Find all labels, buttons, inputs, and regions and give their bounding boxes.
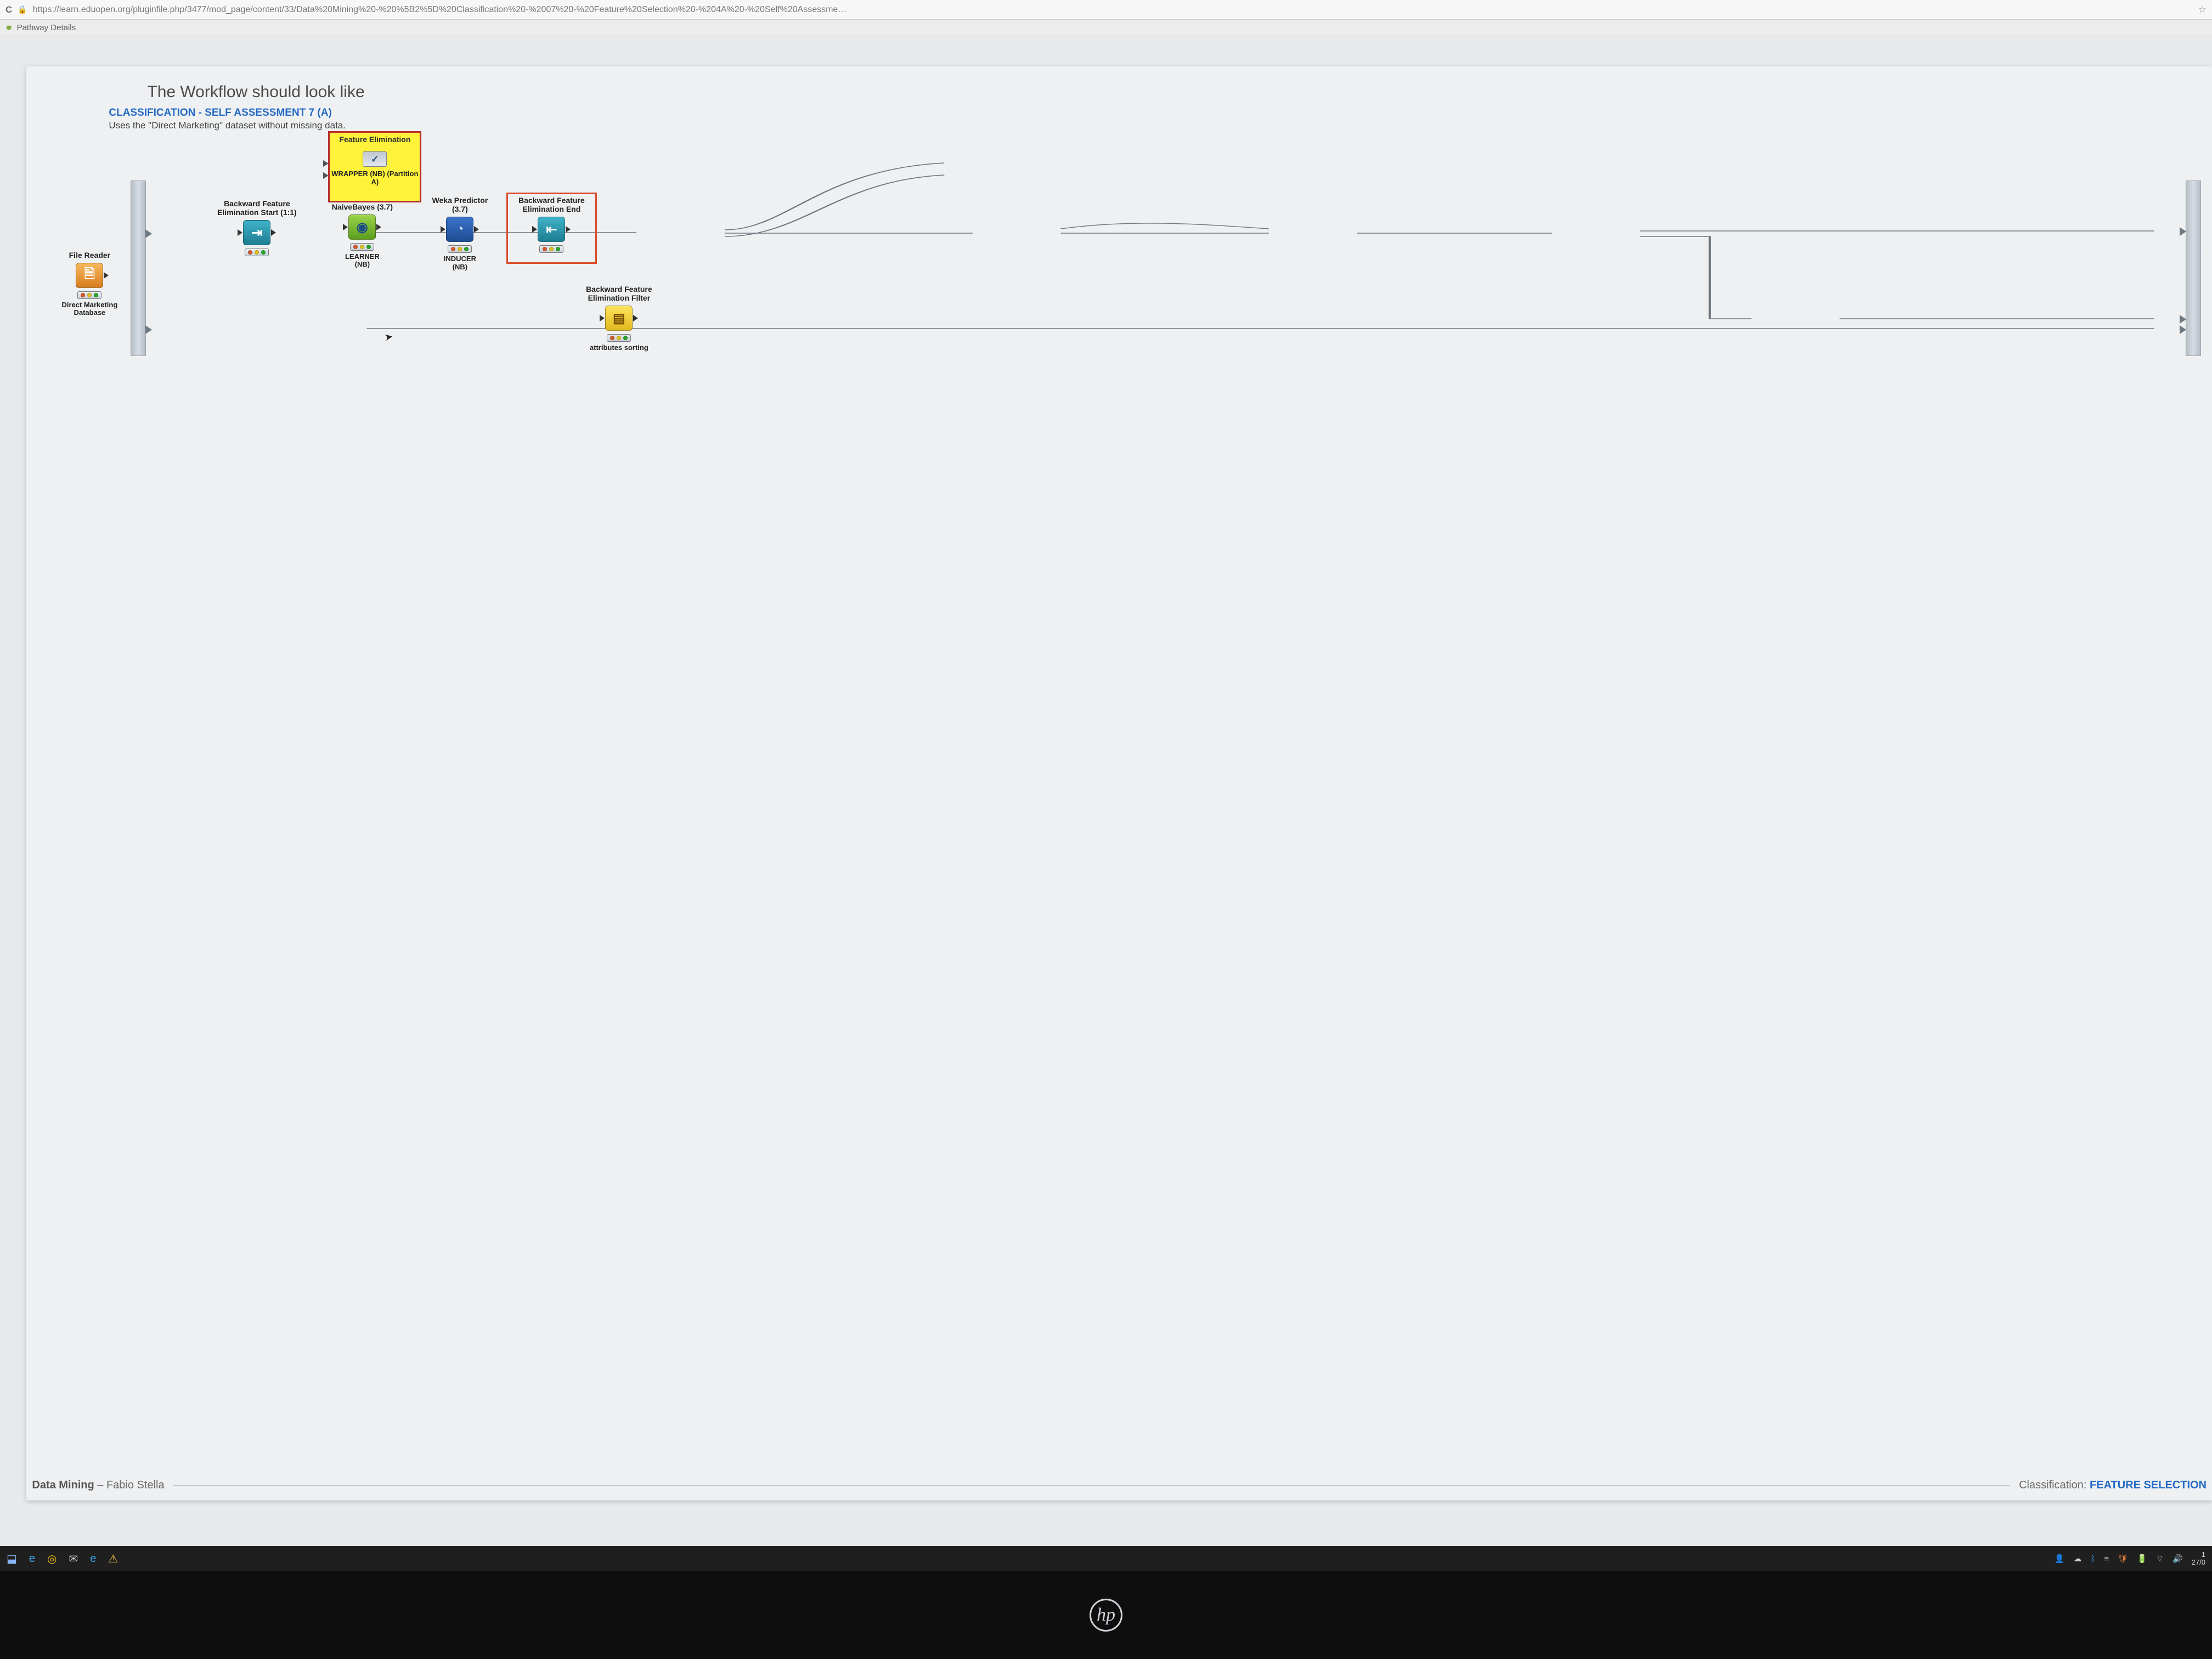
- node-status-lights: [350, 243, 374, 251]
- port-out-icon: [271, 229, 276, 236]
- footer-right: Classification: FEATURE SELECTION: [2019, 1479, 2207, 1492]
- node-body-icon: ◉: [348, 215, 376, 240]
- port-out-icon: [104, 272, 109, 279]
- tab-favicon-icon: ✹: [5, 23, 13, 33]
- tray-battery-icon[interactable]: 🔋: [2137, 1554, 2147, 1564]
- footer-rule: [173, 1485, 2011, 1486]
- taskbar-edge-icon[interactable]: e: [29, 1553, 35, 1565]
- slide-heading: The Workflow should look like: [147, 83, 2201, 101]
- reload-icon[interactable]: C: [5, 4, 12, 15]
- footer-left: Data Mining – Fabio Stella: [32, 1479, 164, 1492]
- node-bfe-filter[interactable]: Backward Feature Elimination Filter ▤ at…: [575, 285, 663, 352]
- tray-network-icon[interactable]: ≡: [2104, 1554, 2109, 1564]
- node-bfe-start[interactable]: Backward Feature Elimination Start (1:1)…: [213, 199, 301, 258]
- node-status-lights: [607, 334, 631, 342]
- port-in-icon: [238, 229, 242, 236]
- node-title: Backward Feature Elimination End: [510, 196, 592, 213]
- port-in-icon: [441, 226, 445, 233]
- node-subtitle: attributes sorting: [575, 344, 663, 352]
- tray-bluetooth-icon[interactable]: ᛒ: [2090, 1554, 2095, 1564]
- port-in-icon: [323, 172, 329, 179]
- port-out-icon: [633, 315, 638, 321]
- node-subtitle: INDUCER (NB): [421, 255, 498, 271]
- port-in-icon: [532, 226, 537, 233]
- port-in-icon: [2180, 325, 2186, 334]
- node-body-icon: 🗎: [76, 263, 103, 288]
- node-subtitle: Direct Marketing Database: [54, 301, 125, 317]
- node-title: Weka Predictor (3.7): [421, 196, 498, 213]
- node-title: Backward Feature Elimination Start (1:1): [213, 199, 301, 217]
- taskbar-edge2-icon[interactable]: e: [90, 1553, 96, 1565]
- node-status-lights: [245, 249, 269, 256]
- lock-icon: 🔒: [18, 5, 27, 14]
- port-in-icon: [2180, 315, 2186, 324]
- bookmark-star-icon[interactable]: ☆: [2198, 4, 2207, 15]
- port-out-icon: [376, 224, 381, 230]
- taskbar-app-icon[interactable]: ⬓: [7, 1552, 17, 1566]
- port-out-icon: [566, 226, 571, 233]
- tray-wifi-icon[interactable]: ⌔: [2156, 1554, 2164, 1564]
- node-title: File Reader: [54, 251, 125, 259]
- slide-subtitle-blue: CLASSIFICATION - SELF ASSESSMENT 7 (A): [109, 107, 2201, 119]
- taskbar-mail-icon[interactable]: ✉: [69, 1552, 78, 1566]
- tray-cloud-icon[interactable]: ☁: [2073, 1554, 2081, 1564]
- browser-tab-strip: ✹ Pathway Details: [0, 20, 2212, 36]
- tray-clock[interactable]: 1 27/0: [2192, 1551, 2205, 1566]
- tray-shield-icon[interactable]: 🛡: [2118, 1554, 2128, 1564]
- metanode-body-icon: [363, 151, 387, 167]
- metanode-header: Feature Elimination: [330, 135, 420, 144]
- tray-people-icon[interactable]: 👤: [2055, 1554, 2065, 1564]
- node-file-reader[interactable]: File Reader 🗎 Direct Marketing Database: [54, 251, 125, 317]
- windows-taskbar: ⬓ e ◎ ✉ e ⚠ 👤 ☁ ᛒ ≡ 🛡 🔋 ⌔ 🔊 1 27/0: [0, 1546, 2212, 1571]
- browser-address-bar: C 🔒 https://learn.eduopen.org/pluginfile…: [0, 0, 2212, 20]
- slide-footer: Data Mining – Fabio Stella Classificatio…: [32, 1479, 2207, 1492]
- taskbar-warning-icon[interactable]: ⚠: [108, 1552, 118, 1566]
- port-in-icon: [343, 224, 348, 230]
- slide-subtitle-note: Uses the "Direct Marketing" dataset with…: [109, 120, 2201, 131]
- hp-logo-icon: hp: [1090, 1599, 1122, 1632]
- node-body-icon: ⇤: [538, 217, 565, 242]
- node-body-icon: ▤: [605, 306, 633, 331]
- slide: The Workflow should look like CLASSIFICA…: [26, 66, 2212, 1500]
- node-body-icon: ◔: [446, 217, 473, 242]
- port-in-icon: [600, 315, 605, 321]
- tab-title[interactable]: Pathway Details: [17, 23, 76, 32]
- node-status-lights: [539, 245, 563, 253]
- node-status-lights: [448, 245, 472, 253]
- url-field[interactable]: https://learn.eduopen.org/pluginfile.php…: [33, 5, 2193, 15]
- port-out-icon: [145, 229, 152, 238]
- node-body-icon: ⇥: [243, 220, 270, 245]
- node-status-lights: [77, 291, 101, 299]
- node-title: Backward Feature Elimination Filter: [575, 285, 663, 302]
- port-in-icon: [2180, 227, 2186, 236]
- workflow-input-bar: [131, 180, 146, 356]
- taskbar-chrome-icon[interactable]: ◎: [47, 1552, 57, 1566]
- taskbar-apps: ⬓ e ◎ ✉ e ⚠: [7, 1552, 118, 1566]
- node-weka-predictor[interactable]: Weka Predictor (3.7) ◔ INDUCER (NB): [421, 196, 498, 271]
- node-bfe-end[interactable]: Backward Feature Elimination End ⇤: [510, 196, 592, 255]
- port-out-icon: [474, 226, 479, 233]
- page-viewport: The Workflow should look like CLASSIFICA…: [0, 36, 2212, 1546]
- taskbar-tray: 👤 ☁ ᛒ ≡ 🛡 🔋 ⌔ 🔊 1 27/0: [2055, 1551, 2205, 1566]
- workflow-canvas: Feature Elimination WRAPPER (NB) (Partit…: [37, 137, 2201, 427]
- node-subtitle: LEARNER (NB): [324, 253, 400, 269]
- node-naivebayes[interactable]: NaiveBayes (3.7) ◉ LEARNER (NB): [324, 202, 400, 269]
- port-out-icon: [145, 325, 152, 334]
- port-in-icon: [323, 160, 329, 167]
- node-title: NaiveBayes (3.7): [324, 202, 400, 211]
- workflow-output-bar: [2186, 180, 2201, 356]
- metanode-caption: WRAPPER (NB) (Partition A): [330, 170, 420, 187]
- tray-volume-icon[interactable]: 🔊: [2172, 1554, 2183, 1564]
- laptop-bezel: hp: [0, 1571, 2212, 1659]
- feature-elimination-metanode[interactable]: Feature Elimination WRAPPER (NB) (Partit…: [328, 131, 421, 202]
